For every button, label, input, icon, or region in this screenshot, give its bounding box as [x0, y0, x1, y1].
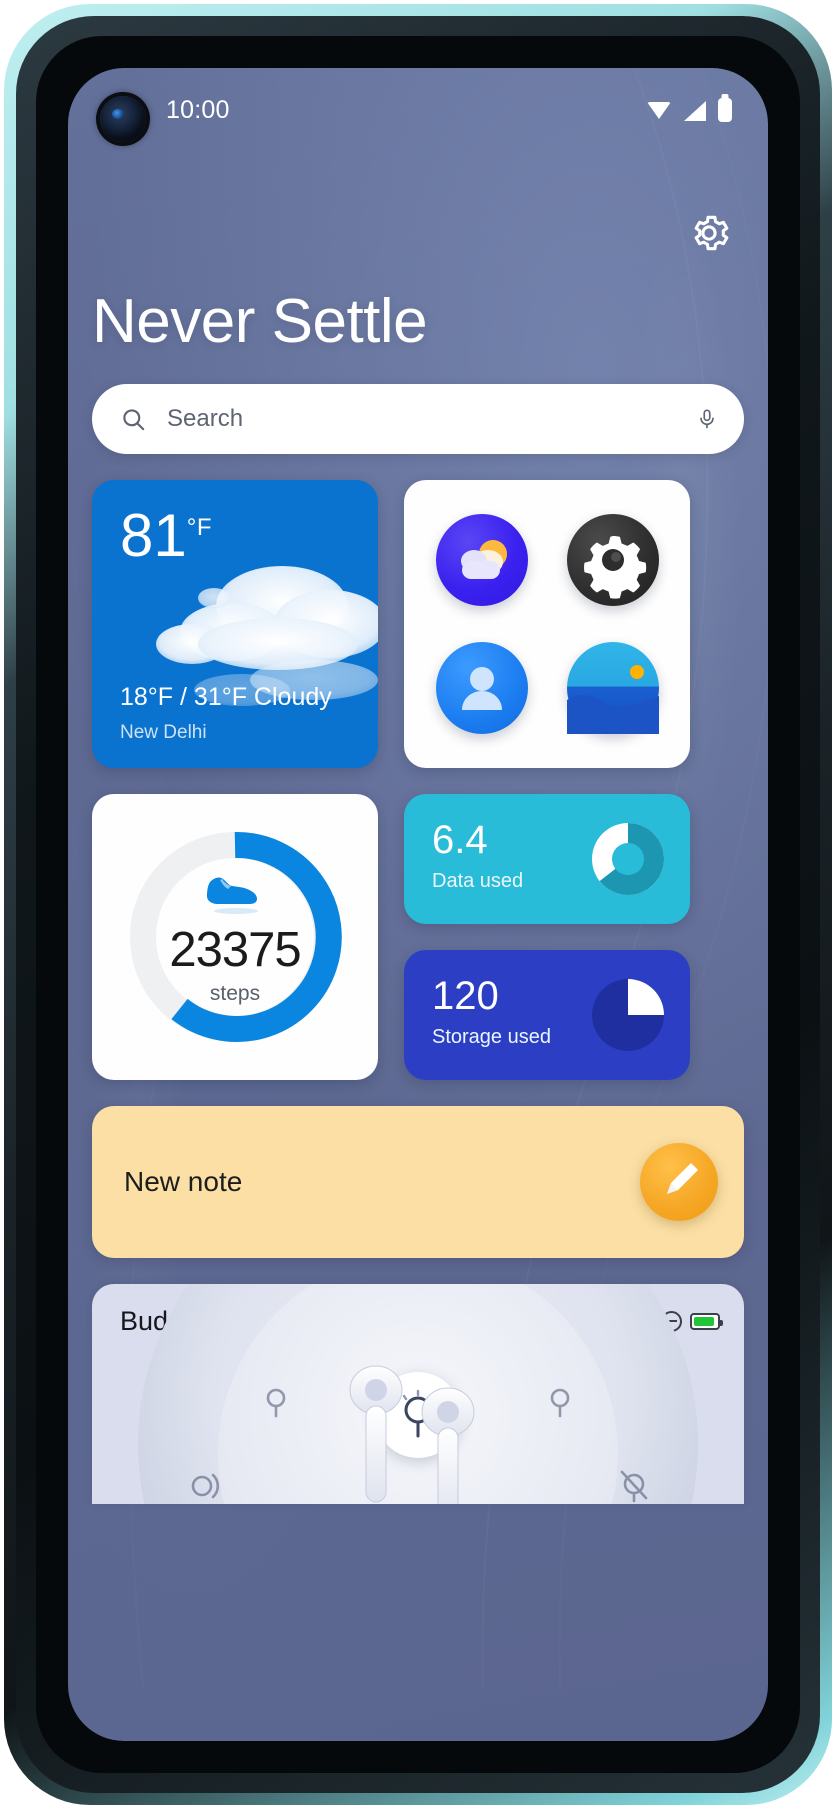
app-shortcuts-widget — [404, 480, 690, 768]
steps-count: 23375 — [169, 923, 301, 977]
case-battery-icon — [690, 1312, 723, 1330]
settings-app-icon[interactable] — [566, 514, 659, 606]
weather-city: New Delhi — [120, 722, 207, 743]
pencil-icon — [667, 1163, 698, 1194]
storage-usage-label: Storage used — [432, 1026, 551, 1048]
phone-frame-inner: 10:00 Never Settle Search 81°F 18°F / 31… — [16, 16, 820, 1793]
wifi-icon — [647, 100, 671, 120]
search-bar[interactable]: Search — [92, 384, 744, 454]
widget-row-2: 23375 steps 6.4 Data used 120 Storage us… — [92, 794, 744, 1080]
data-usage-value: 6.4 — [432, 818, 488, 862]
anc-mode-noise-cancel-icon[interactable] — [538, 1382, 582, 1426]
data-usage-widget[interactable]: 6.4 Data used — [404, 794, 690, 924]
person-glyph — [461, 667, 502, 710]
gear-icon — [694, 215, 729, 251]
weather-app-icon[interactable] — [435, 514, 528, 606]
anc-mode-transparency-icon[interactable] — [180, 1464, 224, 1504]
contacts-app-icon[interactable] — [435, 642, 528, 734]
widget-row-1: 81°F 18°F / 31°F Cloudy New Delhi — [92, 480, 744, 768]
storage-usage-value: 120 — [432, 974, 499, 1018]
data-usage-donut — [592, 823, 665, 895]
widget-right-column: 6.4 Data used 120 Storage used — [404, 794, 690, 1080]
cellular-signal-icon — [683, 100, 706, 121]
transparency-glyph — [191, 1473, 220, 1499]
anc-mode-max-icon[interactable] — [612, 1464, 656, 1504]
status-bar: 10:00 — [68, 68, 768, 152]
home-screen: Never Settle Search 81°F 18°F / 31°F Clo… — [68, 68, 768, 1741]
storage-usage-donut — [592, 979, 664, 1051]
phone-frame: 10:00 Never Settle Search 81°F 18°F / 31… — [4, 4, 832, 1805]
weather-temperature-unit: °F — [186, 514, 213, 541]
microphone-icon[interactable] — [696, 404, 718, 434]
search-icon — [123, 408, 145, 430]
steps-widget[interactable]: 23375 steps — [92, 794, 378, 1080]
new-note-widget[interactable]: New note — [92, 1106, 744, 1258]
gear-glyph — [583, 536, 646, 599]
new-note-label: New note — [124, 1166, 243, 1197]
cloud-sun-glyph — [460, 540, 507, 579]
status-bar-icons — [647, 68, 732, 152]
phone-screen[interactable]: 10:00 Never Settle Search 81°F 18°F / 31… — [68, 68, 768, 1741]
buds-noise-control-widget[interactable]: Buds Noise Control L R — [92, 1284, 744, 1504]
steps-unit-label: steps — [209, 982, 261, 1005]
weather-range: 18°F / 31°F Cloudy — [120, 683, 332, 711]
buds-control-stage — [92, 1284, 744, 1504]
phone-bezel: 10:00 Never Settle Search 81°F 18°F / 31… — [36, 36, 800, 1773]
settings-button[interactable] — [686, 210, 732, 256]
noise-cancel-glyph — [620, 1470, 648, 1503]
photo-landscape-glyph — [566, 665, 659, 734]
search-input[interactable]: Search — [167, 405, 696, 433]
earbud-glyph-left — [266, 1388, 286, 1418]
weather-widget[interactable]: 81°F 18°F / 31°F Cloudy New Delhi — [92, 480, 378, 768]
earbuds-illustration — [349, 1365, 475, 1504]
new-note-button[interactable] — [640, 1143, 718, 1221]
gallery-app-icon[interactable] — [566, 642, 659, 734]
data-usage-label: Data used — [432, 870, 524, 892]
front-camera-punch-hole — [100, 96, 146, 142]
shoe-icon — [207, 877, 258, 914]
widget-grid: 81°F 18°F / 31°F Cloudy New Delhi 23375 … — [92, 480, 744, 1504]
storage-usage-widget[interactable]: 120 Storage used — [404, 950, 690, 1080]
anc-mode-off-icon[interactable] — [254, 1382, 298, 1426]
earbud-glyph-right — [550, 1388, 570, 1418]
status-bar-clock: 10:00 — [166, 95, 230, 124]
page-title: Never Settle — [92, 287, 428, 356]
battery-icon — [718, 98, 732, 122]
